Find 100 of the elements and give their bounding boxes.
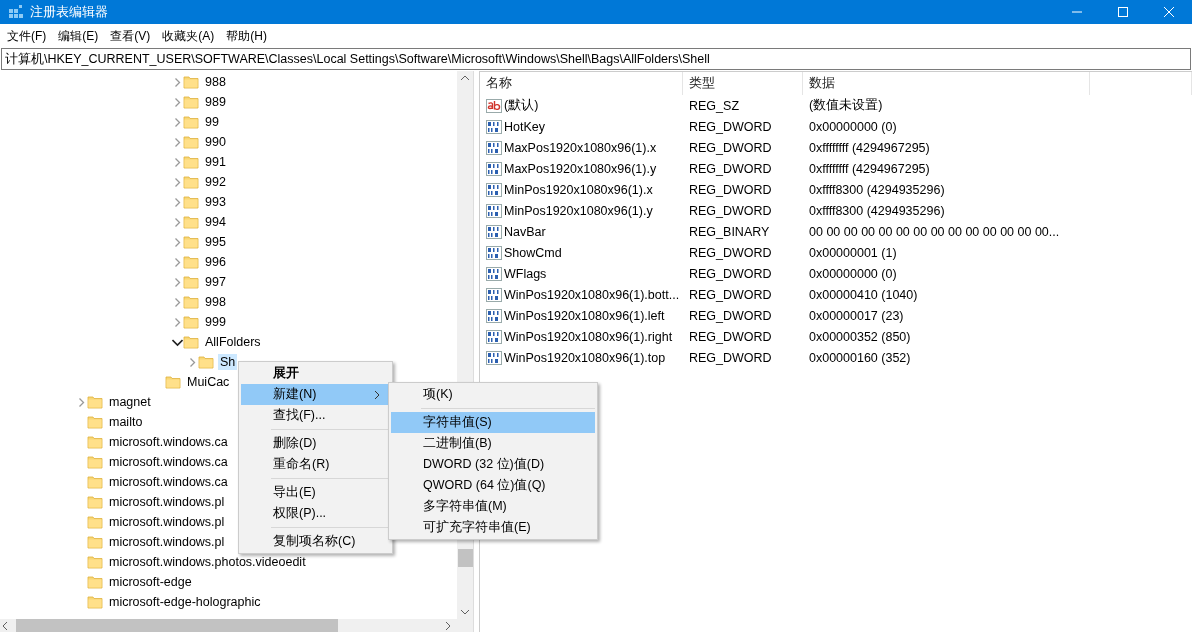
value-name[interactable]: WinPos1920x1080x96(1).right — [504, 329, 673, 344]
folder-icon — [87, 594, 103, 610]
binary-value-icon — [486, 181, 502, 198]
menu-item[interactable]: 字符串值(S) — [391, 412, 595, 433]
tree-item[interactable]: 993 — [203, 194, 228, 210]
menu-item[interactable]: 可扩充字符串值(E) — [391, 517, 595, 538]
tree-item[interactable]: microsoft-edge — [107, 574, 194, 590]
value-data: 0x00000160 (352) — [809, 350, 911, 365]
tree-item[interactable]: microsoft.windows.pl — [107, 514, 227, 530]
folder-icon — [183, 334, 199, 350]
menu-item[interactable]: 查看(V) — [104, 27, 157, 45]
value-name[interactable]: MaxPos1920x1080x96(1).x — [504, 140, 657, 155]
binary-value-icon — [486, 118, 502, 135]
scroll-left-icon[interactable] — [0, 620, 10, 631]
tree-item[interactable]: 988 — [203, 74, 228, 90]
value-type: REG_DWORD — [689, 182, 772, 197]
folder-icon — [87, 554, 103, 570]
tree-item[interactable]: microsoft.windows.ca — [107, 474, 230, 490]
value-name[interactable]: (默认) — [504, 97, 539, 114]
folder-icon — [183, 214, 199, 230]
tree-item[interactable]: 995 — [203, 234, 228, 250]
folder-icon — [183, 94, 199, 110]
folder-icon — [165, 374, 181, 390]
horizontal-scrollbar[interactable] — [0, 619, 473, 632]
value-type: REG_DWORD — [689, 308, 772, 323]
scroll-thumb[interactable] — [16, 619, 338, 632]
value-type: REG_DWORD — [689, 203, 772, 218]
tree-item[interactable]: 99 — [203, 114, 221, 130]
scroll-right-icon[interactable] — [443, 620, 453, 631]
folder-icon — [87, 414, 103, 430]
folder-icon — [183, 154, 199, 170]
menu-item[interactable]: 新建(N) — [241, 384, 390, 405]
tree-item[interactable]: microsoft.windows.photos.videoedit — [107, 554, 308, 570]
value-name[interactable]: WFlags — [504, 266, 547, 281]
tree-item[interactable]: 991 — [203, 154, 228, 170]
value-name[interactable]: ShowCmd — [504, 245, 562, 260]
tree-item[interactable]: microsoft.windows.ca — [107, 454, 230, 470]
menu-item[interactable]: DWORD (32 位)值(D) — [391, 454, 595, 475]
menu-item[interactable]: 收藏夹(A) — [156, 27, 221, 45]
value-name[interactable]: MinPos1920x1080x96(1).y — [504, 203, 653, 218]
folder-icon — [183, 174, 199, 190]
value-name[interactable]: HotKey — [504, 119, 545, 134]
menu-item[interactable]: 查找(F)... — [241, 405, 390, 426]
value-name[interactable]: NavBar — [504, 224, 546, 239]
binary-value-icon — [486, 160, 502, 177]
tree-item[interactable]: mailto — [107, 414, 145, 430]
scroll-thumb[interactable] — [457, 549, 473, 567]
menu-item[interactable]: 多字符串值(M) — [391, 496, 595, 517]
menu-item[interactable]: 删除(D) — [241, 433, 390, 454]
value-name[interactable]: WinPos1920x1080x96(1).bott... — [504, 287, 680, 302]
value-name[interactable]: MinPos1920x1080x96(1).x — [504, 182, 653, 197]
tree-item[interactable]: 998 — [203, 294, 228, 310]
tree-item[interactable]: 996 — [203, 254, 228, 270]
tree-item[interactable]: 989 — [203, 94, 228, 110]
folder-icon — [87, 494, 103, 510]
binary-value-icon — [486, 265, 502, 282]
menu-item[interactable]: 权限(P)... — [241, 503, 390, 524]
value-data: 0x00000000 (0) — [809, 266, 897, 281]
menu-item[interactable]: 项(K) — [391, 384, 595, 405]
tree-item[interactable]: magnet — [107, 394, 153, 410]
tree-item[interactable]: 992 — [203, 174, 228, 190]
tree-item[interactable]: microsoft.windows.ca — [107, 434, 230, 450]
tree-item[interactable]: AllFolders — [203, 334, 263, 350]
column-header[interactable]: 数据 — [803, 72, 1090, 95]
menu-item[interactable]: 二进制值(B) — [391, 433, 595, 454]
menu-item[interactable]: 编辑(E) — [52, 27, 105, 45]
value-data: (数值未设置) — [809, 97, 883, 114]
folder-icon — [183, 314, 199, 330]
value-name[interactable]: MaxPos1920x1080x96(1).y — [504, 161, 657, 176]
tree-item[interactable]: 997 — [203, 274, 228, 290]
column-header[interactable]: 类型 — [683, 72, 803, 95]
menu-item[interactable]: 复制项名称(C) — [241, 531, 390, 552]
folder-icon — [183, 74, 199, 90]
tree-item[interactable]: 994 — [203, 214, 228, 230]
value-data: 0xffff8300 (4294935296) — [809, 182, 945, 197]
value-type: REG_SZ — [689, 98, 739, 113]
binary-value-icon — [486, 286, 502, 303]
binary-value-icon — [486, 202, 502, 219]
address-field[interactable]: 计算机\HKEY_CURRENT_USER\SOFTWARE\Classes\Local Settings\Software\Microsoft\Windows\Shell\Bags\AllFolders\Shell — [1, 48, 1191, 70]
tree-item[interactable]: microsoft.windows.pl — [107, 494, 227, 510]
value-name[interactable]: WinPos1920x1080x96(1).top — [504, 350, 666, 365]
column-header[interactable]: 名称 — [480, 72, 683, 95]
tree-item[interactable]: Sh — [218, 354, 238, 370]
menu-item[interactable]: 导出(E) — [241, 482, 390, 503]
folder-icon — [87, 454, 103, 470]
folder-icon — [183, 234, 199, 250]
menu-item[interactable]: 重命名(R) — [241, 454, 390, 475]
binary-value-icon — [486, 349, 502, 366]
tree-item[interactable]: microsoft-edge-holographic — [107, 594, 263, 610]
value-data: 0x00000017 (23) — [809, 308, 904, 323]
menu-item[interactable]: 帮助(H) — [220, 27, 273, 45]
menu-item[interactable]: 文件(F) — [1, 27, 53, 45]
tree-item[interactable]: 990 — [203, 134, 228, 150]
menu-item[interactable]: QWORD (64 位)值(Q) — [391, 475, 595, 496]
tree-item[interactable]: microsoft.windows.pl — [107, 534, 227, 550]
menu-item[interactable]: 展开 — [241, 363, 390, 384]
folder-icon — [183, 194, 199, 210]
value-name[interactable]: WinPos1920x1080x96(1).left — [504, 308, 665, 323]
tree-item[interactable]: MuiCac — [185, 374, 232, 390]
tree-item[interactable]: 999 — [203, 314, 228, 330]
